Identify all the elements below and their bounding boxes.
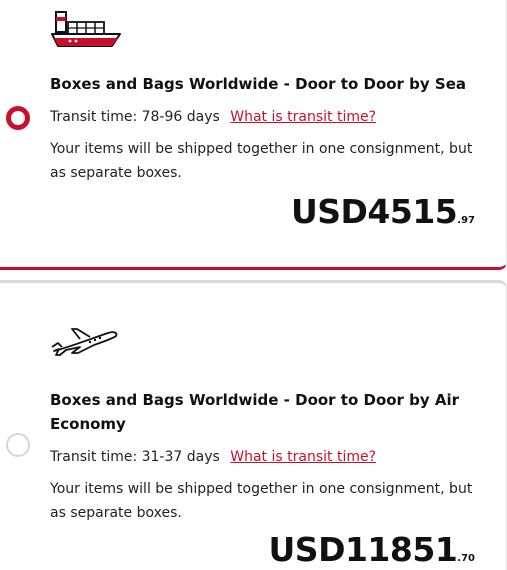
what-is-transit-time-link[interactable]: What is transit time? [230, 109, 376, 125]
airplane-icon [50, 321, 120, 365]
transit-time-row: Transit time: 78-96 days What is transit… [50, 107, 376, 127]
cargo-ship-icon [50, 10, 122, 54]
option-title: Boxes and Bags Worldwide - Door to Door … [50, 391, 460, 433]
option-price: USD4515.97 [291, 192, 475, 231]
option-description: Your items will be shipped together in o… [50, 481, 473, 521]
shipping-option-sea[interactable]: Boxes and Bags Worldwide - Door to Door … [0, 0, 507, 270]
price-amount: USD11851 [268, 530, 458, 569]
option-price: USD11851.70 [269, 530, 475, 569]
option-title: Boxes and Bags Worldwide - Door to Door … [50, 75, 467, 93]
price-amount: USD4515 [290, 192, 458, 231]
price-cents: .97 [457, 215, 475, 226]
transit-time-text: Transit time: 31-37 days [50, 449, 220, 465]
option-description: Your items will be shipped together in o… [50, 141, 473, 181]
transit-time-text: Transit time: 78-96 days [50, 109, 220, 125]
shipping-option-air-economy[interactable]: Boxes and Bags Worldwide - Door to Door … [0, 280, 507, 570]
transit-time-row: Transit time: 31-37 days What is transit… [50, 447, 376, 467]
what-is-transit-time-link[interactable]: What is transit time? [230, 449, 376, 465]
option-radio-air-economy[interactable] [6, 433, 30, 457]
option-radio-sea[interactable] [6, 106, 30, 130]
price-cents: .70 [457, 553, 475, 564]
